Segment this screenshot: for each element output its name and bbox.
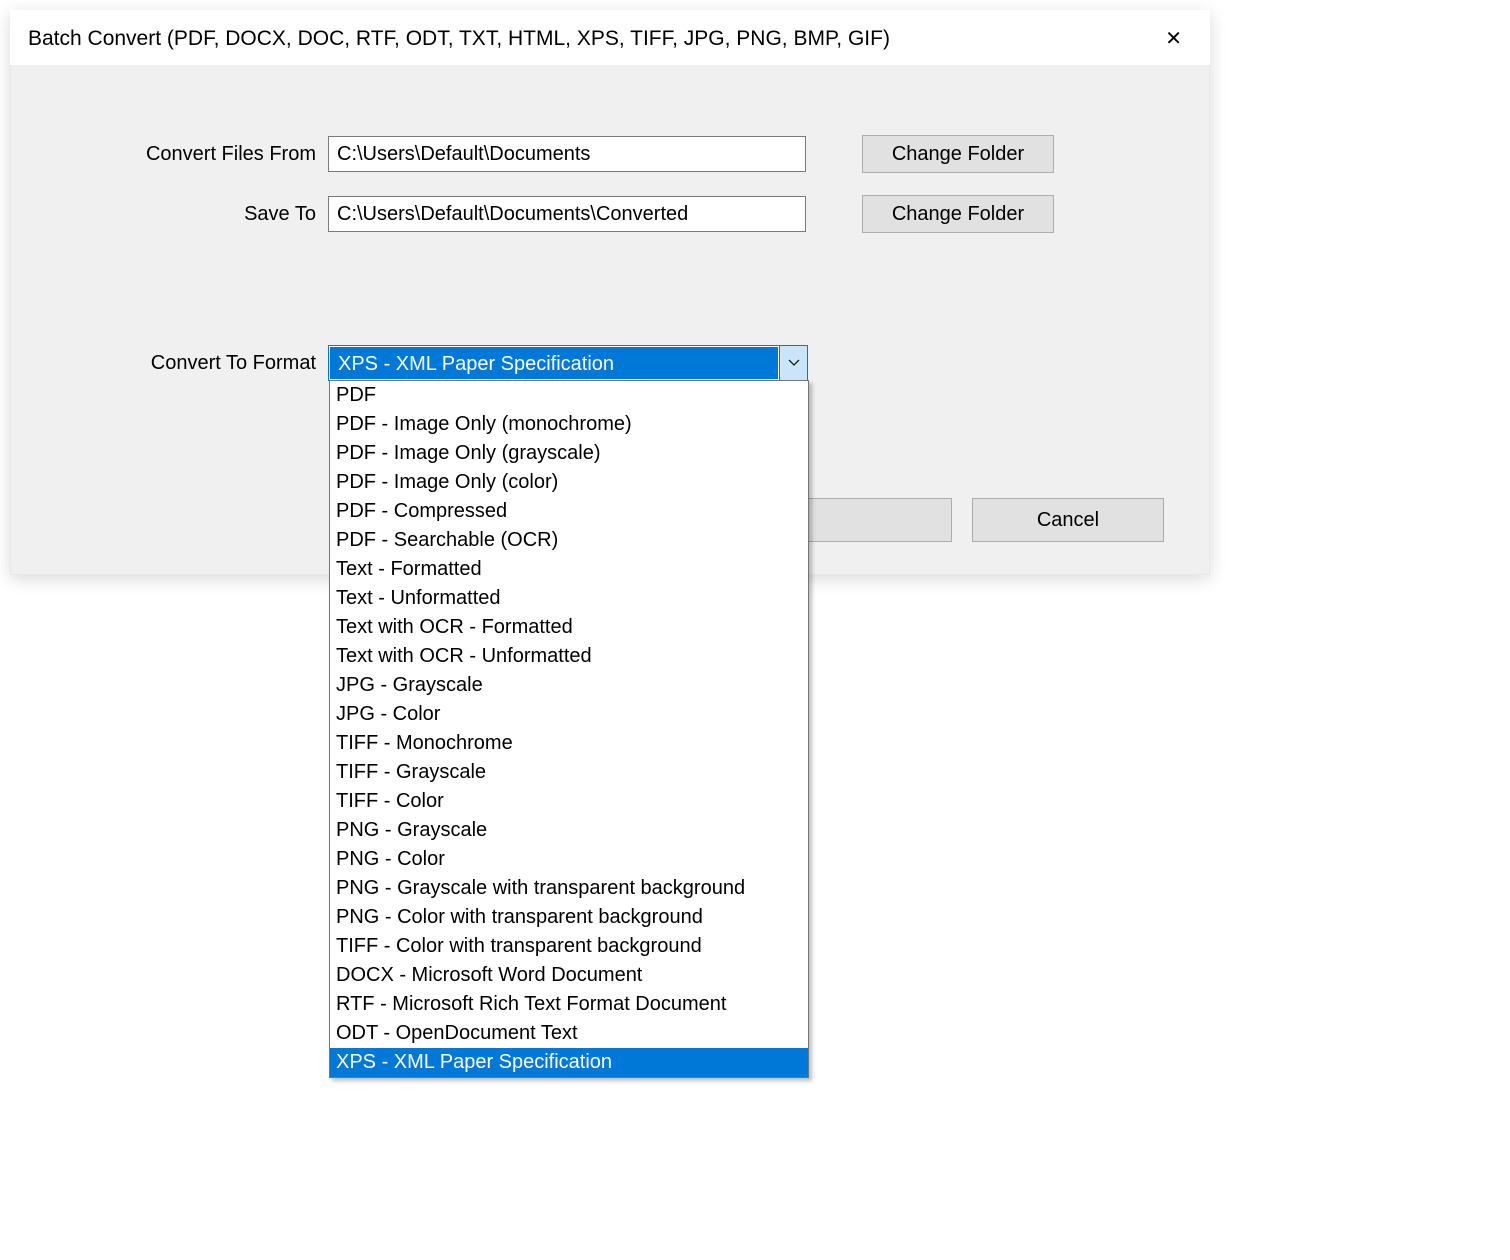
format-option[interactable]: JPG - Grayscale bbox=[330, 671, 808, 700]
format-option[interactable]: Text - Formatted bbox=[330, 555, 808, 584]
batch-convert-dialog: Batch Convert (PDF, DOCX, DOC, RTF, ODT,… bbox=[10, 10, 1210, 575]
format-option[interactable]: DOCX - Microsoft Word Document bbox=[330, 961, 808, 990]
format-option[interactable]: ODT - OpenDocument Text bbox=[330, 1019, 808, 1048]
chevron-down-icon bbox=[779, 346, 807, 380]
format-option[interactable]: TIFF - Grayscale bbox=[330, 758, 808, 787]
format-option[interactable]: PDF - Searchable (OCR) bbox=[330, 526, 808, 555]
save-to-label: Save To bbox=[56, 203, 328, 226]
dialog-content: Convert Files From Change Folder Save To… bbox=[10, 65, 1210, 575]
format-dropdown-list[interactable]: PDFPDF - Image Only (monochrome)PDF - Im… bbox=[329, 380, 809, 1078]
format-option[interactable]: Text with OCR - Formatted bbox=[330, 613, 808, 642]
format-option[interactable]: PDF - Image Only (grayscale) bbox=[330, 439, 808, 468]
format-selected-value: XPS - XML Paper Specification bbox=[330, 347, 778, 379]
format-option[interactable]: PNG - Color with transparent background bbox=[330, 903, 808, 932]
convert-to-format-label: Convert To Format bbox=[56, 352, 328, 375]
titlebar: Batch Convert (PDF, DOCX, DOC, RTF, ODT,… bbox=[10, 10, 1210, 65]
format-option[interactable]: PDF bbox=[330, 381, 808, 410]
format-option[interactable]: Text with OCR - Unformatted bbox=[330, 642, 808, 671]
change-folder-from-button[interactable]: Change Folder bbox=[862, 135, 1054, 173]
cancel-button[interactable]: Cancel bbox=[972, 498, 1164, 542]
convert-from-label: Convert Files From bbox=[56, 143, 328, 166]
change-folder-to-button[interactable]: Change Folder bbox=[862, 195, 1054, 233]
format-option[interactable]: TIFF - Color bbox=[330, 787, 808, 816]
format-option[interactable]: PDF - Image Only (monochrome) bbox=[330, 410, 808, 439]
format-option[interactable]: PNG - Grayscale with transparent backgro… bbox=[330, 874, 808, 903]
format-option[interactable]: XPS - XML Paper Specification bbox=[330, 1048, 808, 1077]
format-combobox[interactable]: XPS - XML Paper Specification PDFPDF - I… bbox=[328, 345, 808, 381]
format-option[interactable]: JPG - Color bbox=[330, 700, 808, 729]
format-option[interactable]: PNG - Grayscale bbox=[330, 816, 808, 845]
format-option[interactable]: TIFF - Color with transparent background bbox=[330, 932, 808, 961]
dialog-title: Batch Convert (PDF, DOCX, DOC, RTF, ODT,… bbox=[28, 27, 890, 51]
dialog-buttons: Cancel bbox=[760, 498, 1164, 542]
convert-from-row: Convert Files From Change Folder bbox=[56, 135, 1164, 173]
save-to-row: Save To Change Folder bbox=[56, 195, 1164, 233]
save-to-input[interactable] bbox=[328, 196, 806, 232]
format-option[interactable]: PNG - Color bbox=[330, 845, 808, 874]
convert-to-format-row: Convert To Format XPS - XML Paper Specif… bbox=[56, 345, 1164, 381]
format-option[interactable]: RTF - Microsoft Rich Text Format Documen… bbox=[330, 990, 808, 1019]
format-option[interactable]: TIFF - Monochrome bbox=[330, 729, 808, 758]
format-option[interactable]: PDF - Compressed bbox=[330, 497, 808, 526]
format-option[interactable]: Text - Unformatted bbox=[330, 584, 808, 613]
close-icon[interactable]: ✕ bbox=[1155, 22, 1192, 55]
format-option[interactable]: PDF - Image Only (color) bbox=[330, 468, 808, 497]
convert-from-input[interactable] bbox=[328, 136, 806, 172]
